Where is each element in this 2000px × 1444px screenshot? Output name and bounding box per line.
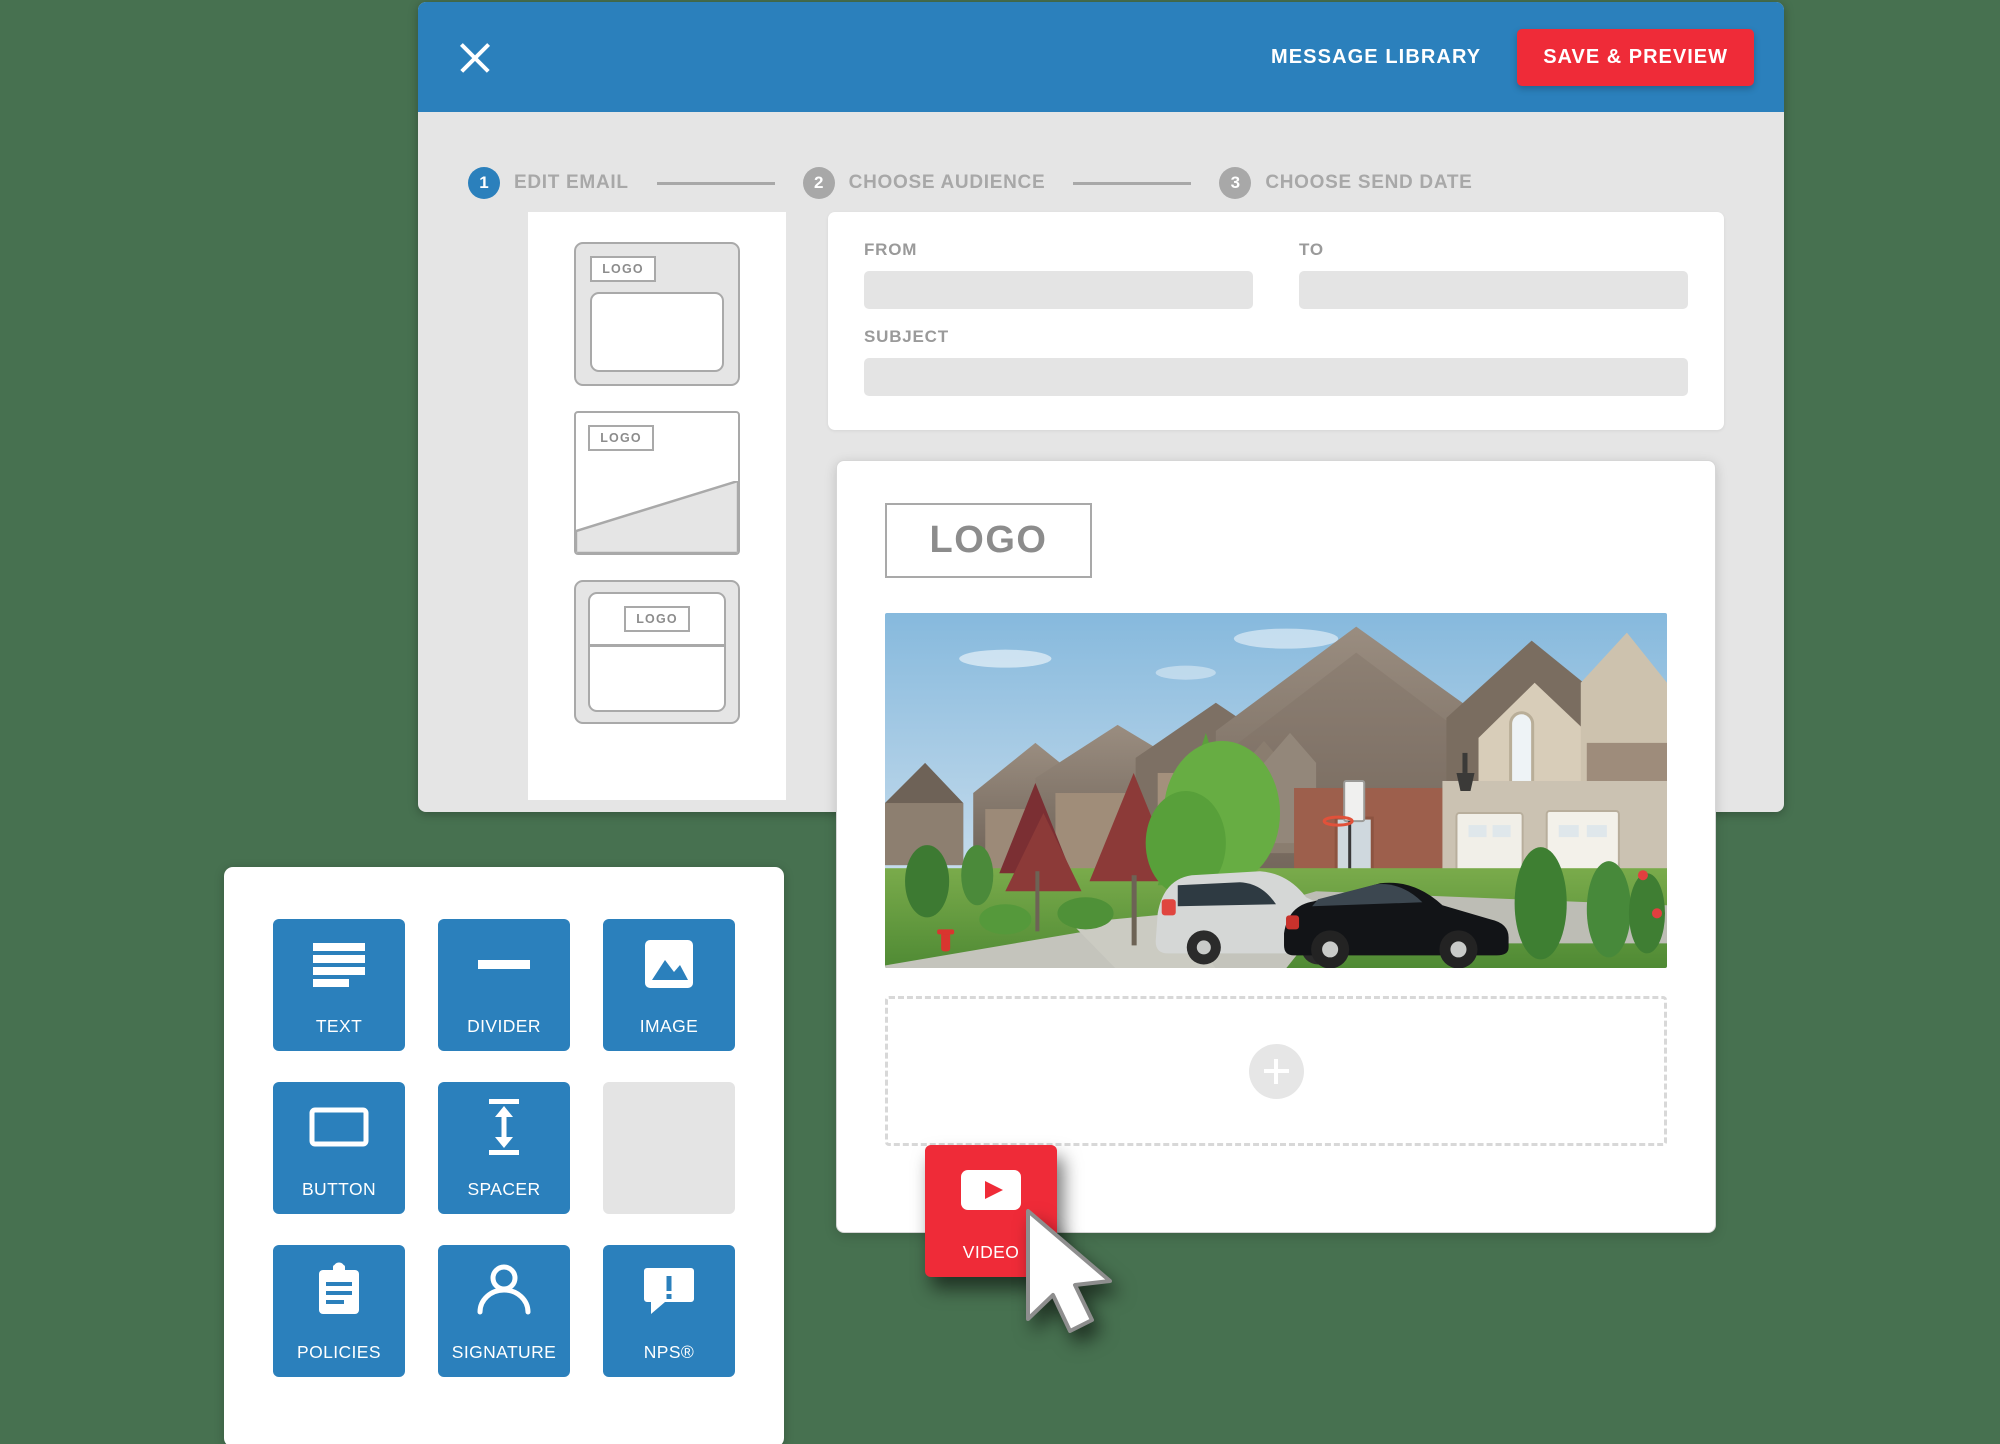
palette-tile-label: DIVIDER (467, 1016, 541, 1036)
palette-tile-image[interactable]: IMAGE (603, 919, 735, 1051)
palette-tile-policies[interactable]: POLICIES (273, 1245, 405, 1377)
template-rail: LOGO LOGO LOGO (528, 212, 786, 800)
clipboard-icon (273, 1245, 405, 1334)
builder-header-bar: MESSAGE LIBRARY SAVE & PREVIEW (418, 2, 1784, 112)
template-thumbnail-split[interactable]: LOGO (574, 580, 740, 724)
palette-tile-spacer[interactable]: SPACER (438, 1082, 570, 1214)
step-label: CHOOSE SEND DATE (1265, 172, 1473, 193)
palette-tile-empty-slot (603, 1082, 735, 1214)
template-thumbnail-diagonal[interactable]: LOGO (574, 411, 740, 555)
person-icon (438, 1245, 570, 1334)
palette-tile-label: POLICIES (297, 1342, 381, 1362)
from-to-row: FROM TO (864, 240, 1688, 309)
step-label: EDIT EMAIL (514, 172, 629, 193)
step-edit-email[interactable]: 1 EDIT EMAIL (468, 167, 629, 199)
palette-tile-divider[interactable]: DIVIDER (438, 919, 570, 1051)
palette-tile-label: SPACER (467, 1179, 541, 1199)
to-field-group: TO (1299, 240, 1688, 309)
text-lines-icon (273, 919, 405, 1008)
palette-tile-signature[interactable]: SIGNATURE (438, 1245, 570, 1377)
template-thumbnail-boxed[interactable]: LOGO (574, 242, 740, 386)
button-icon (273, 1082, 405, 1171)
step-choose-send-date[interactable]: 3 CHOOSE SEND DATE (1219, 167, 1472, 199)
close-icon[interactable] (454, 36, 496, 78)
image-icon (603, 919, 735, 1008)
step-number-badge: 3 (1219, 167, 1252, 199)
elements-palette-grid: TEXT DIVIDER IMAGE BUTTON SPACER POLICIE… (224, 919, 784, 1377)
subject-label: SUBJECT (864, 327, 949, 346)
palette-tile-text[interactable]: TEXT (273, 919, 405, 1051)
palette-tile-label: TEXT (315, 1016, 363, 1036)
suburban-houses-photo (885, 613, 1667, 968)
thumbnail-content-box (590, 292, 724, 372)
speech-bubble-icon (603, 1245, 735, 1334)
step-number-badge: 2 (802, 167, 835, 199)
elements-palette-panel: TEXT DIVIDER IMAGE BUTTON SPACER POLICIE… (224, 867, 784, 1444)
step-number-badge: 1 (468, 167, 500, 199)
thumbnail-logo-placeholder: LOGO (624, 606, 690, 632)
from-field-group: FROM (864, 240, 1253, 309)
screen-root: MESSAGE LIBRARY SAVE & PREVIEW 1 EDIT EM… (0, 0, 2000, 1444)
palette-tile-button[interactable]: BUTTON (273, 1082, 405, 1214)
to-label: TO (1299, 240, 1324, 259)
palette-tile-label: BUTTON (301, 1179, 377, 1199)
from-input[interactable] (864, 271, 1253, 309)
email-preview-card: LOGO (836, 460, 1716, 1233)
email-meta-card: FROM TO SUBJECT (828, 212, 1724, 430)
save-and-preview-button[interactable]: SAVE & PREVIEW (1517, 28, 1754, 86)
palette-tile-label: NPS® (643, 1342, 695, 1362)
divider-icon (438, 919, 570, 1008)
thumbnail-logo-placeholder: LOGO (588, 425, 654, 451)
palette-tile-label: IMAGE (639, 1016, 699, 1036)
thumbnail-divider-line (588, 644, 726, 647)
step-connector-line (656, 181, 775, 185)
thumbnail-logo-placeholder: LOGO (590, 256, 656, 282)
email-logo-placeholder[interactable]: LOGO (885, 503, 1092, 578)
dragged-tile-label: VIDEO (962, 1242, 1020, 1262)
step-connector-line (1073, 181, 1192, 185)
element-dropzone[interactable] (885, 996, 1667, 1146)
palette-tile-label: SIGNATURE (451, 1342, 557, 1362)
message-library-button[interactable]: MESSAGE LIBRARY (1271, 46, 1481, 69)
subject-field-group: SUBJECT (864, 327, 1688, 396)
from-label: FROM (864, 240, 918, 259)
diagonal-shape-icon (576, 481, 738, 553)
plus-icon[interactable] (1248, 1043, 1304, 1099)
to-input[interactable] (1299, 271, 1688, 309)
palette-tile-nps[interactable]: NPS® (603, 1245, 735, 1377)
mouse-pointer-icon (1026, 1209, 1112, 1333)
subject-input[interactable] (864, 358, 1688, 396)
step-label: CHOOSE AUDIENCE (848, 172, 1046, 193)
step-choose-audience[interactable]: 2 CHOOSE AUDIENCE (802, 167, 1046, 199)
wizard-stepper: 1 EDIT EMAIL 2 CHOOSE AUDIENCE 3 CHOOSE … (418, 112, 1784, 212)
email-hero-image[interactable] (885, 613, 1667, 968)
spacer-icon (438, 1082, 570, 1171)
